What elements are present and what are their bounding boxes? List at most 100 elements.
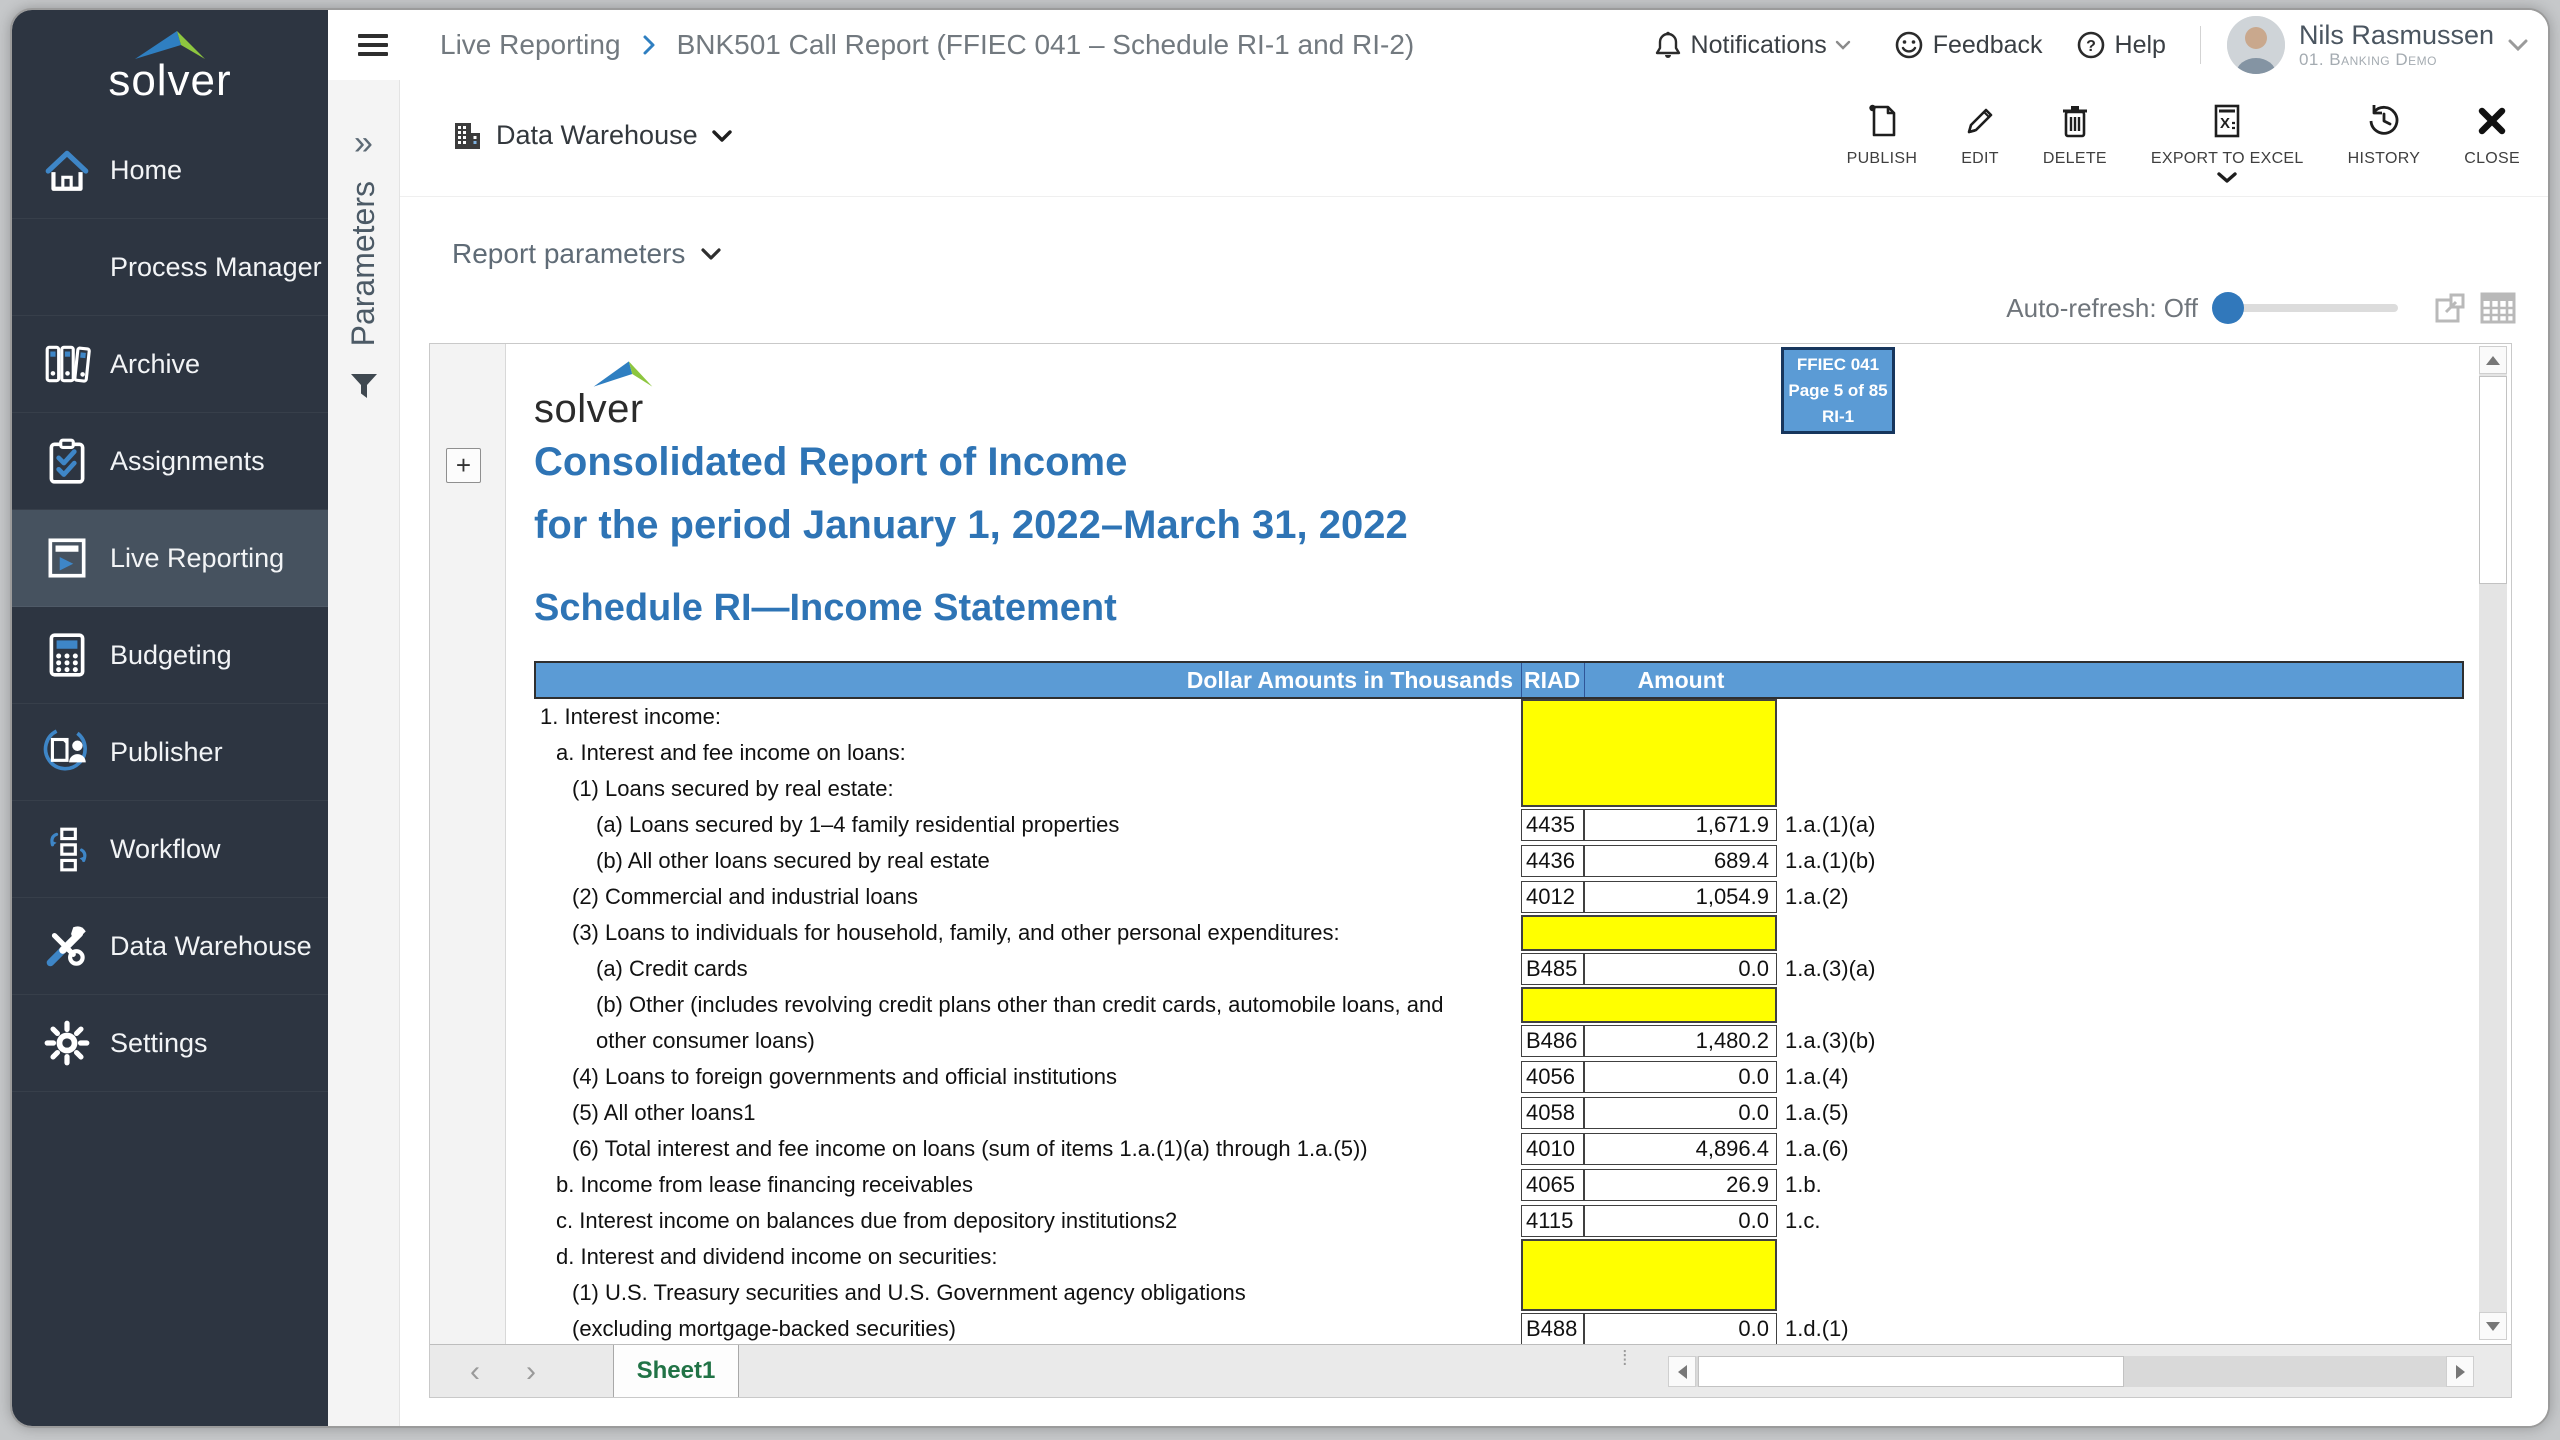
user-avatar[interactable] bbox=[2227, 16, 2285, 74]
sidebar-item-publisher[interactable]: Publisher bbox=[12, 704, 328, 801]
input-cell-empty bbox=[1521, 771, 1777, 807]
riad-code-cell: B486 bbox=[1521, 1025, 1584, 1057]
publish-label: PUBLISH bbox=[1847, 150, 1918, 168]
riad-code-cell: 4058 bbox=[1521, 1097, 1584, 1129]
grid-view-icon[interactable] bbox=[2480, 292, 2516, 324]
table-row: (excluding mortgage-backed securities) B… bbox=[534, 1311, 2464, 1344]
vertical-scroll-thumb[interactable] bbox=[2479, 376, 2507, 584]
table-row: (1) U.S. Treasury securities and U.S. Go… bbox=[534, 1275, 2464, 1311]
sidebar-item-process-manager[interactable]: Process Manager bbox=[12, 219, 328, 316]
data-source-selector[interactable]: Data Warehouse bbox=[452, 120, 732, 151]
table-row: d. Interest and dividend income on secur… bbox=[534, 1239, 2464, 1275]
sidebar-item-assignments[interactable]: Assignments bbox=[12, 413, 328, 510]
table-row: c. Interest income on balances due from … bbox=[534, 1203, 2464, 1239]
table-row: (3) Loans to individuals for household, … bbox=[534, 915, 2464, 951]
delete-label: DELETE bbox=[2043, 150, 2107, 168]
report-parameters-toggle[interactable]: Report parameters bbox=[452, 238, 721, 270]
table-row: (5) All other loans1 4058 0.0 1.a.(5) bbox=[534, 1095, 2464, 1131]
schedule-title: Schedule RI—Income Statement bbox=[534, 587, 1117, 630]
vertical-scrollbar[interactable] bbox=[2479, 346, 2507, 1340]
bell-icon bbox=[1655, 31, 1681, 59]
sidebar-item-label: Settings bbox=[110, 1028, 208, 1059]
sidebar-item-label: Budgeting bbox=[110, 640, 232, 671]
edit-button[interactable]: EDIT bbox=[1961, 102, 1999, 168]
amount-cell: 4,896.4 bbox=[1584, 1133, 1777, 1165]
edit-pencil-icon bbox=[1963, 102, 1997, 140]
sidebar-item-settings[interactable]: Settings bbox=[12, 995, 328, 1092]
table-row: (2) Commercial and industrial loans 4012… bbox=[534, 879, 2464, 915]
col-amount: Amount bbox=[1584, 663, 1777, 697]
amount-cell: 0.0 bbox=[1584, 1097, 1777, 1129]
sidebar-item-label: Data Warehouse bbox=[110, 931, 312, 962]
budgeting-icon bbox=[40, 628, 94, 682]
slider-knob[interactable] bbox=[2212, 292, 2244, 324]
horizontal-scrollbar[interactable] bbox=[1668, 1356, 2474, 1387]
publish-button[interactable]: PUBLISH bbox=[1847, 102, 1918, 168]
sidebar-item-label: Workflow bbox=[110, 834, 221, 865]
feedback-label: Feedback bbox=[1933, 31, 2043, 60]
sheet-tab-sheet1[interactable]: Sheet1 bbox=[613, 1345, 739, 1397]
scroll-down-arrow[interactable] bbox=[2479, 1312, 2507, 1340]
report-solver-logo: solver bbox=[534, 356, 654, 426]
solver-logo: solver bbox=[12, 10, 328, 118]
prev-sheet-arrow[interactable]: ‹ bbox=[470, 1345, 480, 1398]
popout-icon[interactable] bbox=[2434, 292, 2466, 324]
topbar-divider bbox=[2200, 26, 2201, 64]
riad-code-cell: 4056 bbox=[1521, 1061, 1584, 1093]
sidebar-item-label: Archive bbox=[110, 349, 200, 380]
sidebar-item-home[interactable]: Home bbox=[12, 122, 328, 219]
riad-code-cell: 4065 bbox=[1521, 1169, 1584, 1201]
amount-cell: 26.9 bbox=[1584, 1169, 1777, 1201]
sheet-tab-bar: ‹ › Sheet1 ⁞ bbox=[430, 1344, 2511, 1397]
scroll-up-arrow[interactable] bbox=[2479, 346, 2507, 374]
line-ref: 1.a.(6) bbox=[1777, 1131, 1849, 1167]
outline-expand-button[interactable]: + bbox=[446, 448, 481, 483]
parameters-rail-label[interactable]: Parameters bbox=[345, 181, 382, 346]
sidebar-item-label: Home bbox=[110, 155, 182, 186]
scroll-left-arrow[interactable] bbox=[1668, 1356, 1696, 1387]
toolbar-divider bbox=[400, 196, 2548, 197]
trash-icon bbox=[2060, 102, 2090, 140]
help-button[interactable]: ? Help bbox=[2077, 31, 2166, 60]
sidebar-item-archive[interactable]: Archive bbox=[12, 316, 328, 413]
hamburger-menu-icon[interactable] bbox=[358, 34, 388, 56]
close-button[interactable]: CLOSE bbox=[2464, 102, 2520, 168]
live-reporting-icon bbox=[40, 531, 94, 585]
assignments-icon bbox=[40, 434, 94, 488]
export-to-excel-button[interactable]: X EXPORT TO EXCEL bbox=[2151, 102, 2304, 183]
scroll-right-arrow[interactable] bbox=[2446, 1356, 2474, 1387]
report-actions: PUBLISH EDIT bbox=[1803, 102, 2520, 183]
help-icon: ? bbox=[2077, 31, 2105, 59]
parameters-expand-icon[interactable]: » bbox=[354, 124, 373, 163]
sidebar-item-budgeting[interactable]: Budgeting bbox=[12, 607, 328, 704]
amount-cell: 1,480.2 bbox=[1584, 1025, 1777, 1057]
publisher-icon bbox=[40, 725, 94, 779]
sidebar-item-workflow[interactable]: Workflow bbox=[12, 801, 328, 898]
delete-button[interactable]: DELETE bbox=[2043, 102, 2107, 168]
user-menu-chevron-icon[interactable] bbox=[2508, 39, 2528, 51]
history-button[interactable]: HISTORY bbox=[2348, 102, 2421, 168]
line-ref: 1.a.(3)(a) bbox=[1777, 951, 1875, 987]
workflow-icon bbox=[40, 822, 94, 876]
user-role: 01. Banking Demo bbox=[2299, 51, 2494, 70]
next-sheet-arrow[interactable]: › bbox=[526, 1345, 536, 1398]
sidebar-item-live-reporting[interactable]: Live Reporting bbox=[12, 510, 328, 607]
amount-cell: 1,671.9 bbox=[1584, 809, 1777, 841]
excel-icon: X bbox=[2211, 102, 2243, 140]
input-cell-empty bbox=[1521, 1239, 1777, 1275]
filter-funnel-icon[interactable] bbox=[349, 372, 379, 400]
notifications-button[interactable]: Notifications bbox=[1655, 31, 1861, 60]
breadcrumb-section[interactable]: Live Reporting bbox=[440, 29, 621, 61]
col-riad: RIAD bbox=[1521, 663, 1584, 697]
line-ref: 1.a.(5) bbox=[1777, 1095, 1849, 1131]
table-row: (1) Loans secured by real estate: bbox=[534, 771, 2464, 807]
horizontal-scroll-thumb[interactable] bbox=[1698, 1356, 2124, 1387]
table-row: b. Income from lease financing receivabl… bbox=[534, 1167, 2464, 1203]
breadcrumb-page-title: BNK501 Call Report (FFIEC 041 – Schedule… bbox=[677, 29, 1415, 61]
sidebar-item-data-warehouse[interactable]: Data Warehouse bbox=[12, 898, 328, 995]
close-x-icon bbox=[2477, 102, 2507, 140]
auto-refresh-slider[interactable] bbox=[2216, 304, 2398, 312]
input-cell-empty bbox=[1521, 699, 1777, 735]
feedback-button[interactable]: Feedback bbox=[1895, 31, 2043, 60]
tab-scrollbar-splitter[interactable]: ⁞ bbox=[1622, 1355, 1634, 1389]
